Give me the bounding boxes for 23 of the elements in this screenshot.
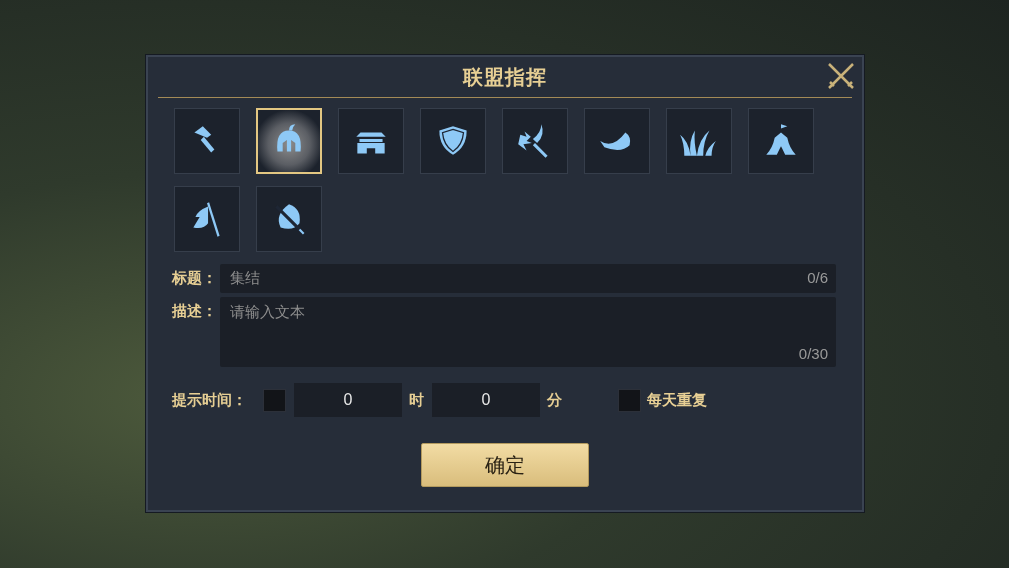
hours-field[interactable]: 0 xyxy=(294,383,402,417)
reminder-label: 提示时间： xyxy=(172,391,247,410)
checkbox[interactable] xyxy=(263,388,286,412)
icon-tile[interactable] xyxy=(338,108,404,174)
icon-tile[interactable] xyxy=(748,108,814,174)
field-label: 标题： xyxy=(172,269,218,288)
icon-tile[interactable] xyxy=(174,108,240,174)
icon-tile[interactable] xyxy=(584,108,650,174)
icon-tile[interactable] xyxy=(666,108,732,174)
character-counter: 0/30 xyxy=(798,345,828,362)
icon-tile[interactable] xyxy=(420,108,486,174)
character-counter: 0/6 xyxy=(807,269,828,286)
confirm-button[interactable]: 确定 xyxy=(421,443,589,487)
icon-tile[interactable] xyxy=(502,108,568,174)
minutes-unit: 分 xyxy=(547,390,562,410)
field-label: 描述： xyxy=(172,302,218,321)
dialog-title: 联盟指挥 xyxy=(463,64,547,90)
hours-unit: 时 xyxy=(409,390,424,410)
repeat-label: 每天重复 xyxy=(647,391,707,410)
minutes-field[interactable]: 0 xyxy=(432,383,540,417)
checkbox[interactable] xyxy=(618,388,641,412)
icon-tile[interactable] xyxy=(256,186,322,252)
icon-tile[interactable] xyxy=(174,186,240,252)
